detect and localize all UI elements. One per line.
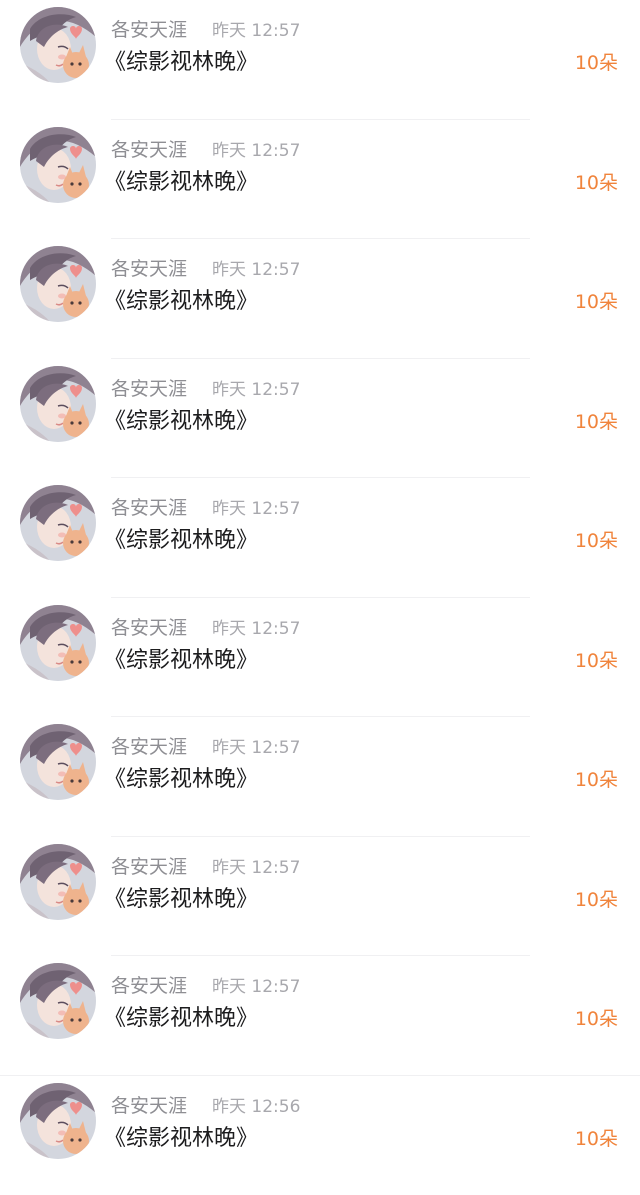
- book-title[interactable]: 《综影视林晚》: [104, 1120, 258, 1152]
- timestamp: 昨天 12:57: [212, 16, 300, 41]
- list-item[interactable]: 各安天涯 昨天 12:57 《综影视林晚》 10朵: [0, 837, 640, 957]
- avatar[interactable]: [20, 127, 96, 203]
- user-name[interactable]: 各安天涯: [111, 374, 187, 401]
- list-item[interactable]: 各安天涯 昨天 12:57 《综影视林晚》 10朵: [0, 120, 640, 240]
- book-title[interactable]: 《综影视林晚》: [104, 44, 258, 76]
- flower-amount: 10朵: [575, 287, 618, 314]
- gift-record-list: 各安天涯 昨天 12:57 《综影视林晚》 10朵 各安天涯 昨天 12:57 …: [0, 0, 640, 1180]
- avatar[interactable]: [20, 485, 96, 561]
- timestamp: 昨天 12:57: [212, 972, 300, 997]
- avatar[interactable]: [20, 724, 96, 800]
- avatar[interactable]: [20, 7, 96, 83]
- user-name[interactable]: 各安天涯: [111, 852, 187, 879]
- user-name[interactable]: 各安天涯: [111, 613, 187, 640]
- book-title[interactable]: 《综影视林晚》: [104, 164, 258, 196]
- user-name[interactable]: 各安天涯: [111, 971, 187, 998]
- timestamp: 昨天 12:57: [212, 375, 300, 400]
- flower-amount: 10朵: [575, 526, 618, 553]
- avatar[interactable]: [20, 1083, 96, 1159]
- avatar[interactable]: [20, 844, 96, 920]
- user-name[interactable]: 各安天涯: [111, 135, 187, 162]
- book-title[interactable]: 《综影视林晚》: [104, 283, 258, 315]
- timestamp: 昨天 12:57: [212, 255, 300, 280]
- avatar[interactable]: [20, 605, 96, 681]
- flower-amount: 10朵: [575, 1004, 618, 1031]
- user-name[interactable]: 各安天涯: [111, 254, 187, 281]
- flower-amount: 10朵: [575, 885, 618, 912]
- flower-amount: 10朵: [575, 168, 618, 195]
- flower-amount: 10朵: [575, 646, 618, 673]
- user-name[interactable]: 各安天涯: [111, 15, 187, 42]
- list-item[interactable]: 各安天涯 昨天 12:57 《综影视林晚》 10朵: [0, 359, 640, 479]
- avatar[interactable]: [20, 366, 96, 442]
- flower-amount: 10朵: [575, 1124, 618, 1151]
- timestamp: 昨天 12:57: [212, 136, 300, 161]
- user-name[interactable]: 各安天涯: [111, 493, 187, 520]
- list-item[interactable]: 各安天涯 昨天 12:57 《综影视林晚》 10朵: [0, 956, 640, 1076]
- flower-amount: 10朵: [575, 407, 618, 434]
- book-title[interactable]: 《综影视林晚》: [104, 881, 258, 913]
- book-title[interactable]: 《综影视林晚》: [104, 522, 258, 554]
- user-name[interactable]: 各安天涯: [111, 732, 187, 759]
- list-item[interactable]: 各安天涯 昨天 12:57 《综影视林晚》 10朵: [0, 239, 640, 359]
- avatar[interactable]: [20, 963, 96, 1039]
- book-title[interactable]: 《综影视林晚》: [104, 761, 258, 793]
- list-item[interactable]: 各安天涯 昨天 12:56 《综影视林晚》 10朵: [0, 1076, 640, 1195]
- user-name[interactable]: 各安天涯: [111, 1091, 187, 1118]
- list-item[interactable]: 各安天涯 昨天 12:57 《综影视林晚》 10朵: [0, 717, 640, 837]
- book-title[interactable]: 《综影视林晚》: [104, 642, 258, 674]
- avatar[interactable]: [20, 246, 96, 322]
- timestamp: 昨天 12:57: [212, 614, 300, 639]
- timestamp: 昨天 12:57: [212, 733, 300, 758]
- list-item[interactable]: 各安天涯 昨天 12:57 《综影视林晚》 10朵: [0, 598, 640, 718]
- timestamp: 昨天 12:56: [212, 1092, 300, 1117]
- list-item[interactable]: 各安天涯 昨天 12:57 《综影视林晚》 10朵: [0, 0, 640, 120]
- book-title[interactable]: 《综影视林晚》: [104, 403, 258, 435]
- flower-amount: 10朵: [575, 48, 618, 75]
- list-item[interactable]: 各安天涯 昨天 12:57 《综影视林晚》 10朵: [0, 478, 640, 598]
- timestamp: 昨天 12:57: [212, 494, 300, 519]
- flower-amount: 10朵: [575, 765, 618, 792]
- timestamp: 昨天 12:57: [212, 853, 300, 878]
- book-title[interactable]: 《综影视林晚》: [104, 1000, 258, 1032]
